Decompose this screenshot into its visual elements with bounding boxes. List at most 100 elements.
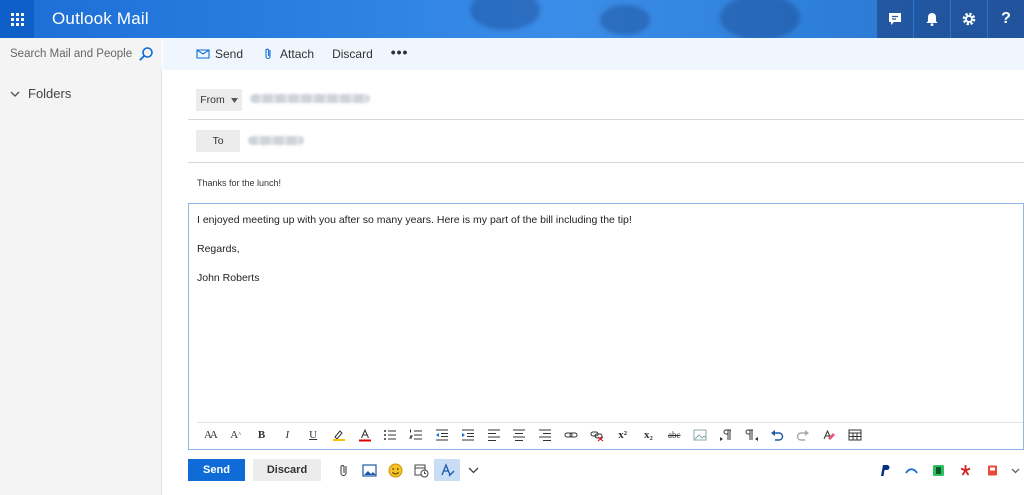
bold-icon: B <box>257 428 266 441</box>
insert-link-button[interactable] <box>558 424 584 446</box>
left-to-right-icon <box>719 429 731 441</box>
underline-icon: U <box>309 428 318 441</box>
grow-font-button[interactable]: A ^ <box>223 424 249 446</box>
search-box <box>0 38 162 70</box>
grow-font-icon: A <box>230 428 239 441</box>
discard-button[interactable]: Discard <box>253 459 321 481</box>
undo-icon <box>771 429 784 441</box>
app-launcher-button[interactable] <box>0 0 34 38</box>
bell-icon <box>926 13 938 26</box>
rtl-button[interactable] <box>739 424 765 446</box>
search-icon[interactable] <box>138 46 154 62</box>
command-bar: Send Attach Discard ••• <box>163 38 1024 70</box>
discard-command-label: Discard <box>332 47 373 61</box>
subject-field[interactable]: Thanks for the lunch! <box>197 178 281 188</box>
paypal-addin[interactable] <box>871 459 898 481</box>
evernote-addin[interactable] <box>925 459 952 481</box>
evernote-icon <box>933 464 944 476</box>
settings-button[interactable] <box>951 0 987 38</box>
app-launcher-icon <box>10 12 24 26</box>
align-right-button[interactable] <box>532 424 558 446</box>
emoji-button[interactable] <box>382 459 408 481</box>
attach-button[interactable] <box>330 459 356 481</box>
to-row: To <box>188 121 1024 163</box>
help-icon: ? <box>1001 10 1011 27</box>
send-command[interactable]: Send <box>196 47 243 61</box>
strikethrough-button[interactable]: abc <box>661 424 687 446</box>
chat-button[interactable] <box>877 0 913 38</box>
insert-table-button[interactable] <box>842 424 868 446</box>
yelp-icon <box>960 464 971 475</box>
message-body[interactable]: I enjoyed meeting up with you after so m… <box>188 203 1024 450</box>
bullets-button[interactable] <box>378 424 404 446</box>
to-button[interactable]: To <box>196 130 240 152</box>
clear-formatting-button[interactable] <box>816 424 842 446</box>
italic-button[interactable]: I <box>274 424 300 446</box>
addins-bar <box>871 459 1024 481</box>
chevron-down-icon <box>1011 468 1019 473</box>
align-center-icon <box>513 429 526 441</box>
undo-button[interactable] <box>765 424 791 446</box>
arrow-icon <box>905 467 918 474</box>
paperclip-icon <box>339 464 347 476</box>
office-addin-icon <box>988 465 997 475</box>
clear-formatting-icon <box>823 429 836 440</box>
to-label: To <box>212 135 224 147</box>
redo-button[interactable] <box>790 424 816 446</box>
yelp-addin[interactable] <box>952 459 979 481</box>
send-button[interactable]: Send <box>188 459 245 481</box>
addins-more-button[interactable] <box>1006 459 1024 481</box>
gear-icon <box>962 12 976 26</box>
superscript-button[interactable]: x² <box>610 424 636 446</box>
highlight-button[interactable] <box>326 424 352 446</box>
app-title: Outlook Mail <box>52 9 149 28</box>
more-options-button[interactable]: ••• <box>391 44 409 60</box>
calendar-clock-icon <box>414 464 428 477</box>
strikethrough-icon: abc <box>667 429 681 440</box>
underline-button[interactable]: U <box>300 424 326 446</box>
insert-picture-button[interactable] <box>356 459 382 481</box>
format-toggle-button[interactable] <box>434 459 460 481</box>
send-icon <box>196 49 210 59</box>
arrow-addin[interactable] <box>898 459 925 481</box>
discard-command[interactable]: Discard <box>332 47 373 61</box>
emoji-icon <box>388 463 402 477</box>
remove-link-button[interactable] <box>584 424 610 446</box>
notifications-button[interactable] <box>914 0 950 38</box>
picture-icon <box>693 429 707 440</box>
body-line: Regards, <box>197 243 240 255</box>
to-recipient-redacted[interactable] <box>248 136 304 145</box>
office-addin[interactable] <box>979 459 1006 481</box>
more-icon: ••• <box>390 44 409 60</box>
unlink-icon <box>590 431 604 441</box>
schedule-button[interactable] <box>408 459 434 481</box>
increase-indent-button[interactable] <box>455 424 481 446</box>
folders-toggle[interactable]: Folders <box>10 86 71 101</box>
help-button[interactable]: ? <box>988 0 1024 38</box>
subscript-button[interactable]: x₂ <box>636 424 662 446</box>
align-center-button[interactable] <box>507 424 533 446</box>
bold-button[interactable]: B <box>249 424 275 446</box>
font-size-button[interactable]: AA <box>197 424 223 446</box>
more-tools-button[interactable] <box>460 459 486 481</box>
picture-icon <box>361 463 377 477</box>
attach-command-label: Attach <box>280 47 315 61</box>
table-icon <box>848 429 862 440</box>
increase-indent-icon <box>461 429 474 440</box>
from-dropdown[interactable]: From <box>196 89 242 111</box>
font-color-button[interactable] <box>352 424 378 446</box>
from-label: From <box>200 94 225 106</box>
from-row: From <box>188 80 1024 120</box>
header-background-swirl <box>470 0 540 30</box>
compose-tools <box>330 459 486 481</box>
numbering-button[interactable] <box>403 424 429 446</box>
header-actions: ? <box>876 0 1024 38</box>
align-left-button[interactable] <box>481 424 507 446</box>
align-right-icon <box>539 429 552 441</box>
numbered-list-icon <box>409 429 423 439</box>
insert-picture-inline-button[interactable] <box>687 424 713 446</box>
attach-command[interactable]: Attach <box>261 47 314 61</box>
decrease-indent-button[interactable] <box>429 424 455 446</box>
ltr-button[interactable] <box>713 424 739 446</box>
highlighter-icon <box>332 429 345 441</box>
